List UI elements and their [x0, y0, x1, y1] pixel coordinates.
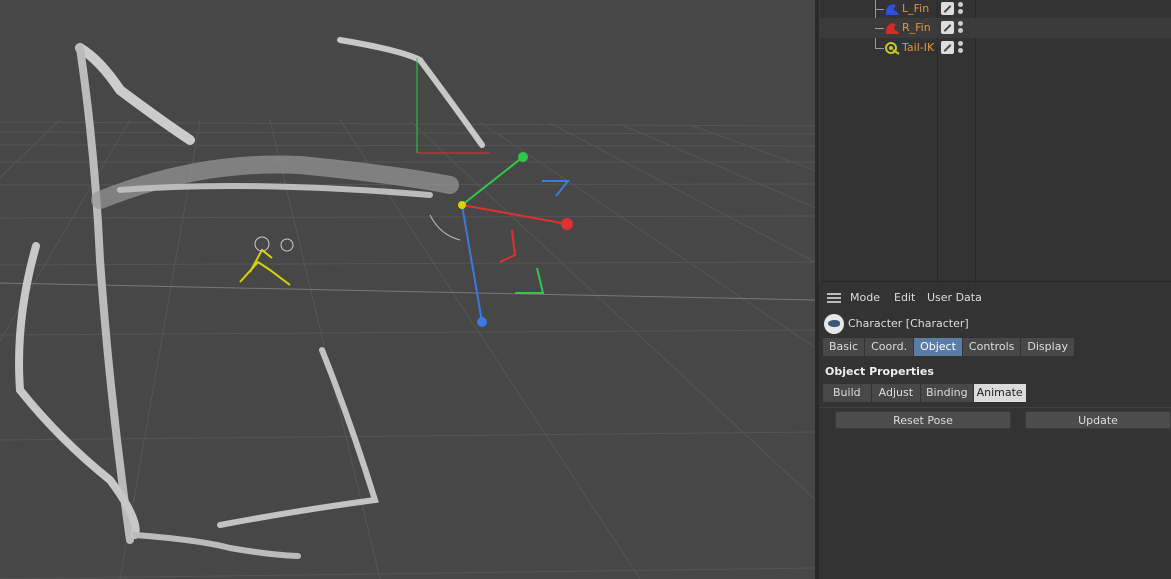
transform-gizmo[interactable] — [416, 58, 573, 327]
tab-binding[interactable]: Binding — [921, 384, 974, 402]
edit-toggle-icon[interactable] — [941, 41, 954, 54]
menu-mode[interactable]: Mode — [850, 291, 880, 304]
skeleton-joints — [239, 236, 294, 286]
red-fin-icon — [885, 23, 899, 34]
edit-toggle-icon[interactable] — [941, 21, 954, 34]
visibility-dots-icon[interactable] — [958, 39, 964, 57]
horizon-line — [0, 282, 815, 301]
object-row-l-fin[interactable]: L_Fin — [820, 0, 1171, 19]
tab-controls[interactable]: Controls — [962, 338, 1022, 356]
object-title-bar: Character [Character] — [824, 314, 1164, 334]
edit-toggle-icon[interactable] — [941, 2, 954, 15]
object-label: R_Fin — [902, 21, 931, 34]
tab-adjust[interactable]: Adjust — [871, 384, 922, 402]
attribute-manager: Mode Edit User Data Character [Character… — [819, 283, 1171, 579]
tree-branch — [875, 48, 884, 49]
attribute-menubar: Mode Edit User Data — [819, 288, 1171, 308]
menu-user-data[interactable]: User Data — [927, 291, 982, 304]
tree-branch — [875, 9, 884, 10]
object-label: Tail-IK — [902, 41, 935, 54]
mode-tabs: Build Adjust Binding Animate — [823, 384, 1027, 402]
object-manager: L_Fin R_Fin Tail-IK — [819, 0, 1171, 283]
section-title: Object Properties — [825, 365, 934, 378]
tree-branch — [875, 28, 884, 29]
blue-fin-icon — [885, 4, 899, 15]
hamburger-menu-icon[interactable] — [827, 293, 841, 303]
update-button[interactable]: Update — [1025, 411, 1171, 429]
reset-pose-button[interactable]: Reset Pose — [835, 411, 1011, 429]
character-icon — [824, 314, 844, 334]
object-row-r-fin[interactable]: R_Fin — [820, 18, 1171, 38]
tab-basic[interactable]: Basic — [823, 338, 866, 356]
viewport-scene — [0, 37, 815, 579]
ik-tag-icon — [885, 42, 900, 55]
object-row-tail-ik[interactable]: Tail-IK — [820, 38, 1171, 58]
visibility-dots-icon[interactable] — [958, 0, 964, 18]
mesh-ribbons — [15, 37, 485, 559]
tab-coord[interactable]: Coord. — [865, 338, 915, 356]
section-divider — [819, 407, 1171, 408]
menu-edit[interactable]: Edit — [894, 291, 915, 304]
right-panel: L_Fin R_Fin Tail-IK Mode Edit User Data … — [819, 0, 1171, 579]
tab-object[interactable]: Object — [914, 338, 963, 356]
tab-build[interactable]: Build — [823, 384, 872, 402]
tab-display[interactable]: Display — [1021, 338, 1075, 356]
object-tabs: Basic Coord. Object Controls Display — [823, 338, 1075, 356]
object-manager-border — [820, 281, 1171, 282]
object-title: Character [Character] — [848, 317, 969, 330]
tab-animate[interactable]: Animate — [973, 384, 1027, 402]
3d-viewport[interactable] — [0, 0, 815, 579]
object-label: L_Fin — [902, 2, 930, 15]
visibility-dots-icon[interactable] — [958, 19, 964, 37]
